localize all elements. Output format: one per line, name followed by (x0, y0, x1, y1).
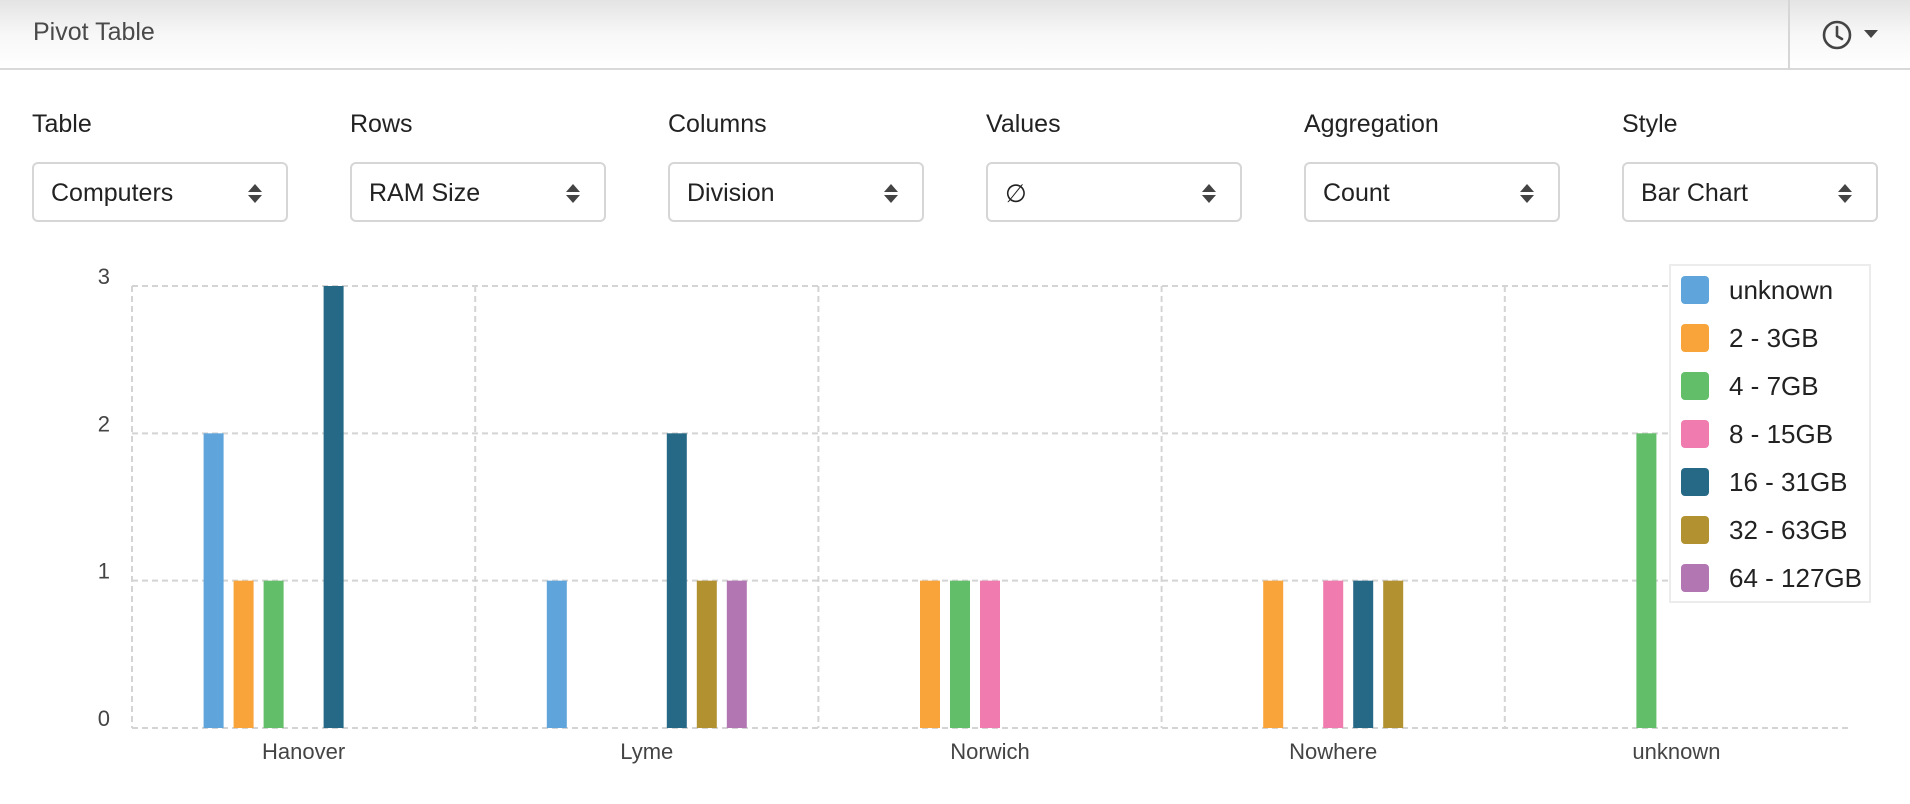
control-label-rows: Rows (350, 110, 413, 138)
control-label-style: Style (1622, 110, 1678, 138)
table-select-value: Computers (51, 179, 174, 207)
bar (1323, 580, 1344, 728)
control-rows: Rows RAM Size (350, 110, 608, 222)
bar (1353, 580, 1374, 728)
x-tick-label: Hanover (262, 739, 345, 764)
bar (920, 580, 940, 728)
legend-swatch (1681, 516, 1709, 544)
legend-label: 32 - 63GB (1729, 515, 1848, 545)
bar (696, 580, 717, 728)
control-aggregation: Aggregation Count (1304, 110, 1562, 222)
bar (726, 580, 747, 728)
clock-icon (1822, 20, 1852, 50)
bar (203, 433, 224, 728)
bar (1263, 580, 1284, 728)
legend-label: 2 - 3GB (1729, 323, 1819, 353)
updown-arrows-icon (248, 184, 262, 204)
bar (950, 580, 970, 728)
updown-arrows-icon (1838, 184, 1852, 204)
updown-arrows-icon (1202, 184, 1216, 204)
x-tick-label: unknown (1632, 739, 1720, 764)
x-tick-label: Norwich (950, 739, 1029, 764)
legend-label: 8 - 15GB (1729, 419, 1834, 449)
style-select[interactable]: Bar Chart (1622, 162, 1878, 222)
control-columns: Columns Division (668, 110, 926, 222)
bar (323, 286, 344, 728)
bar (233, 580, 254, 728)
control-style: Style Bar Chart (1622, 110, 1880, 222)
x-tick-label: Nowhere (1289, 739, 1377, 764)
values-select-value: ∅ (1005, 180, 1027, 208)
columns-select[interactable]: Division (668, 162, 924, 222)
bar (546, 580, 567, 728)
updown-arrows-icon (884, 184, 898, 204)
legend-swatch (1681, 324, 1709, 352)
aggregation-select[interactable]: Count (1304, 162, 1560, 222)
legend-swatch (1681, 564, 1709, 592)
control-values: Values ∅ (986, 110, 1244, 222)
legend-swatch (1681, 468, 1709, 496)
bar (1383, 580, 1404, 728)
control-label-values: Values (986, 110, 1061, 138)
bar (1636, 433, 1657, 728)
style-select-value: Bar Chart (1641, 179, 1748, 207)
control-table: Table Computers (32, 110, 290, 222)
bar (263, 580, 284, 728)
values-select[interactable]: ∅ (986, 162, 1242, 222)
updown-arrows-icon (566, 184, 580, 204)
rows-select[interactable]: RAM Size (350, 162, 606, 222)
page-title: Pivot Table (33, 18, 155, 46)
rows-select-value: RAM Size (369, 179, 481, 207)
control-label-aggregation: Aggregation (1304, 110, 1439, 138)
columns-select-value: Division (687, 179, 775, 207)
legend-label: 64 - 127GB (1729, 563, 1862, 593)
header-divider (1788, 0, 1790, 70)
x-tick-label: Lyme (620, 739, 673, 764)
chart-legend: unknown 2 - 3GB 4 - 7GB 8 - 15GB 16 - 31GB 32… (1669, 264, 1871, 603)
legend-label: unknown (1729, 275, 1834, 305)
y-tick-label: 1 (98, 559, 110, 584)
legend-swatch (1681, 372, 1709, 400)
table-select[interactable]: Computers (32, 162, 288, 222)
header-bar: Pivot Table (0, 0, 1910, 70)
aggregation-select-value: Count (1323, 179, 1390, 207)
updown-arrows-icon (1520, 184, 1534, 204)
history-dropdown-button[interactable] (1820, 14, 1890, 54)
y-tick-label: 0 (98, 706, 110, 731)
y-tick-label: 2 (98, 411, 110, 436)
y-tick-label: 3 (98, 264, 110, 289)
bar-chart: 0 1 2 3 Hanover Lyme Norwich Nowhere unknown (98, 264, 1848, 764)
control-label-table: Table (32, 110, 92, 138)
legend-label: 16 - 31GB (1729, 467, 1848, 497)
bar (980, 580, 1000, 728)
bar (666, 433, 687, 728)
legend-label: 4 - 7GB (1729, 371, 1819, 401)
control-label-columns: Columns (668, 110, 767, 138)
legend-swatch (1681, 276, 1709, 304)
legend-swatch (1681, 420, 1709, 448)
caret-down-icon (1864, 30, 1878, 38)
